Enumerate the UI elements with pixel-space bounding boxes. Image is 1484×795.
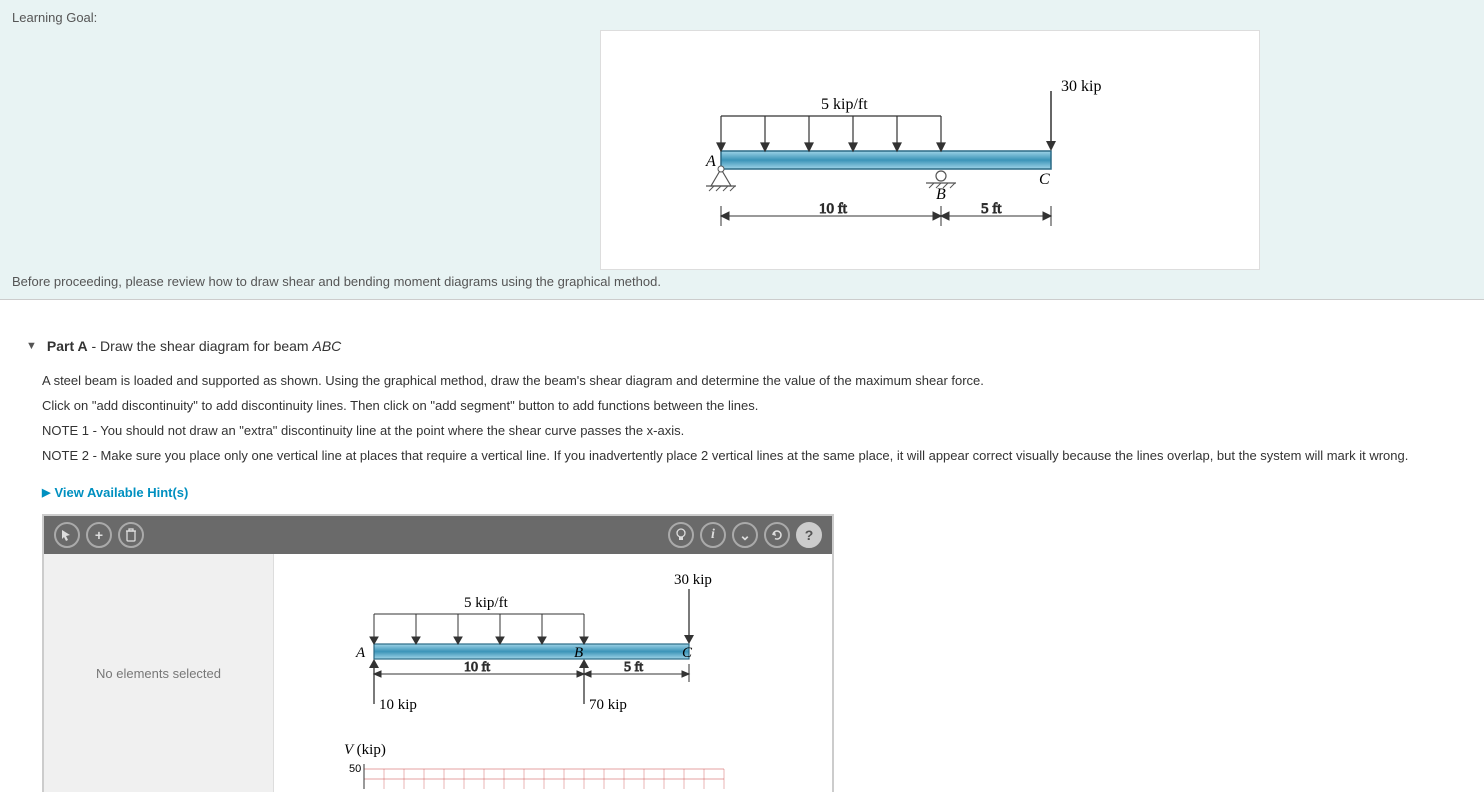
distributed-load: 5 kip/ft <box>717 96 945 151</box>
part-title: Part A - Draw the shear diagram for beam… <box>47 338 341 354</box>
collapse-caret-icon[interactable]: ▼ <box>26 340 37 352</box>
instr-line-1: A steel beam is loaded and supported as … <box>42 372 1452 391</box>
tool-reactA-label: 10 kip <box>379 697 417 713</box>
tool-point-load: 30 kip <box>674 572 712 644</box>
instr-note-1: NOTE 1 - You should not draw an "extra" … <box>42 422 1452 441</box>
support-B: B <box>926 171 956 203</box>
tool-dist-load: 5 kip/ft <box>370 595 588 644</box>
drawing-tool-frame: + i ⌄ ? No elements selected <box>42 514 834 792</box>
beam-rect <box>721 151 1051 169</box>
part-a-header[interactable]: ▼ Part A - Draw the shear diagram for be… <box>26 338 1472 354</box>
y-axis-label: V (kip) <box>344 742 386 758</box>
drawing-toolbar: + i ⌄ ? <box>44 516 832 554</box>
learning-goal-panel: Learning Goal: <box>0 0 1484 300</box>
view-hints-link[interactable]: ▶ View Available Hint(s) <box>42 485 188 500</box>
dist-load-label: 5 kip/ft <box>821 96 868 113</box>
part-label: Part A <box>47 338 88 354</box>
tool-reactB-label: 70 kip <box>589 697 627 713</box>
add-button[interactable]: + <box>86 522 112 548</box>
instr-note-2: NOTE 2 - Make sure you place only one ve… <box>42 447 1452 466</box>
tool-C-label: C <box>682 645 693 661</box>
tick-50: 50 <box>349 763 361 775</box>
dim1-label: 10 ft <box>819 201 848 217</box>
main-content: ▼ Part A - Draw the shear diagram for be… <box>0 300 1484 792</box>
tool-dim-10ft: 10 ft <box>374 660 584 682</box>
tool-distload-label: 5 kip/ft <box>464 595 509 611</box>
point-C-label: C <box>1039 171 1050 188</box>
dim2-label: 5 ft <box>981 201 1002 217</box>
tool-react-A: 10 kip <box>369 659 417 713</box>
dimension-10ft: 10 ft <box>721 201 941 226</box>
main-figure: 5 kip/ft 30 kip A B <box>600 30 1260 270</box>
hint-bulb-button[interactable] <box>668 522 694 548</box>
expand-button[interactable]: ⌄ <box>732 522 758 548</box>
part-title-prefix: - Draw the shear diagram for beam <box>88 338 313 354</box>
point-B-label: B <box>936 186 946 203</box>
instr-line-2: Click on "add discontinuity" to add disc… <box>42 397 1452 416</box>
tool-dim1: 10 ft <box>464 660 490 675</box>
learning-goal-label: Learning Goal: <box>12 10 1472 25</box>
hint-text: View Available Hint(s) <box>54 485 188 500</box>
tool-A-label: A <box>355 645 366 661</box>
hint-caret-icon: ▶ <box>42 486 50 499</box>
tool-pointload-label: 30 kip <box>674 572 712 588</box>
reset-button[interactable] <box>764 522 790 548</box>
point-load-label: 30 kip <box>1061 78 1101 95</box>
instructions-block: A steel beam is loaded and supported as … <box>42 372 1452 465</box>
canvas-area[interactable]: 5 kip/ft 30 kip A B C <box>274 554 832 792</box>
point-load-C: 30 kip <box>1046 78 1101 151</box>
tool-beam-rect <box>374 644 689 659</box>
dimension-5ft: 5 ft <box>941 201 1051 226</box>
before-proceeding-text: Before proceeding, please review how to … <box>12 274 661 289</box>
part-beam-name: ABC <box>312 338 341 354</box>
help-button[interactable]: ? <box>796 522 822 548</box>
tool-dim-5ft: 5 ft <box>584 660 689 682</box>
tool-body: No elements selected <box>44 554 832 792</box>
selection-status-panel: No elements selected <box>44 554 274 792</box>
tool-B-label: B <box>574 645 583 661</box>
selection-status-text: No elements selected <box>96 666 221 681</box>
tool-react-B: 70 kip <box>579 659 627 713</box>
pointer-tool-button[interactable] <box>54 522 80 548</box>
info-button[interactable]: i <box>700 522 726 548</box>
point-A-label: A <box>705 153 716 170</box>
tool-dim2: 5 ft <box>624 660 643 675</box>
trash-button[interactable] <box>118 522 144 548</box>
